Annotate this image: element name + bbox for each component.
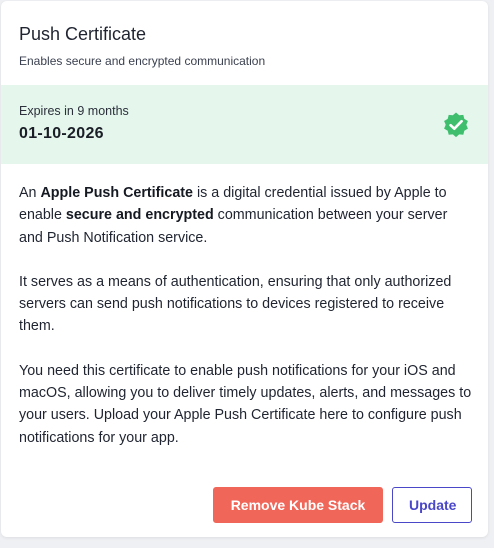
text-fragment: An [19, 185, 41, 201]
expiry-label: Expires in 9 months [19, 104, 129, 118]
verified-badge-icon [444, 112, 468, 138]
push-certificate-card: Push Certificate Enables secure and encr… [1, 1, 488, 537]
emphasis-apple-push-certificate: Apple Push Certificate [40, 185, 194, 201]
emphasis-secure-encrypted: secure and encrypted [65, 207, 214, 224]
remove-kube-stack-button[interactable]: Remove Kube Stack [213, 487, 383, 523]
card-title: Push Certificate [19, 24, 147, 44]
card-header: Push Certificate Enables secure and encr… [1, 1, 488, 68]
description-paragraph-2: It serves as a means of authentication, … [19, 273, 452, 335]
expiry-banner: Expires in 9 months 01-10-2026 [1, 85, 488, 164]
expiry-date: 01-10-2026 [19, 125, 104, 142]
description: An Apple Push Certificate is a digital c… [19, 182, 474, 471]
description-paragraph-1: An Apple Push Certificate is a digital c… [19, 182, 474, 249]
card-actions: Remove Kube Stack Update [213, 487, 472, 523]
description-paragraph-3: You need this certificate to enable push… [19, 362, 472, 446]
card-subtitle: Enables secure and encrypted communicati… [19, 54, 266, 68]
update-button[interactable]: Update [392, 487, 472, 523]
